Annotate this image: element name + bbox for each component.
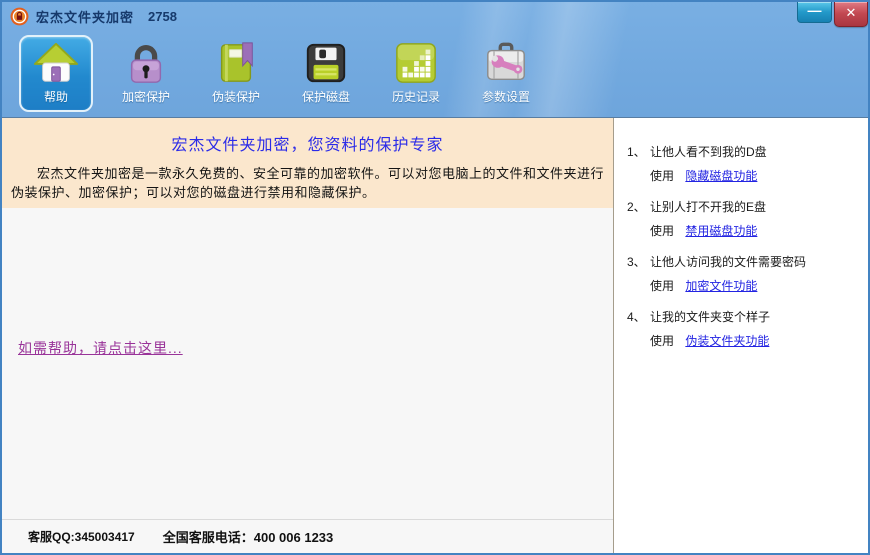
tip-use-label: 使用 (650, 224, 674, 238)
tip-use-label: 使用 (650, 279, 674, 293)
toolbar-label-protect-disk: 保护磁盘 (302, 88, 350, 105)
close-button[interactable]: ✕ (834, 2, 868, 27)
toolbar-button-help[interactable]: 帮助 (19, 35, 93, 112)
tip-use-label: 使用 (650, 169, 674, 183)
tip-number: 2、 (627, 199, 650, 216)
status-bar: 客服QQ:345003417 全国客服电话：400 006 1233 (2, 519, 613, 553)
toolbar-button-encrypt-protect[interactable]: 加密保护 (109, 35, 183, 112)
service-phone-text: 全国客服电话：400 006 1233 (163, 527, 334, 546)
window-version: 2758 (148, 9, 177, 24)
book-icon (213, 40, 259, 86)
tip-title: 让别人打不开我的E盘 (650, 199, 766, 216)
minimize-button[interactable]: — (797, 2, 832, 23)
toolbar-button-protect-disk[interactable]: 保护磁盘 (289, 35, 363, 112)
tip-title: 让他人看不到我的D盘 (650, 144, 767, 161)
tip-item-hide-disk: 1、 让他人看不到我的D盘 使用 隐藏磁盘功能 (627, 144, 862, 184)
hide-disk-link[interactable]: 隐藏磁盘功能 (685, 169, 757, 183)
toolbar-label-encrypt-protect: 加密保护 (122, 88, 170, 105)
tip-use-label: 使用 (650, 334, 674, 348)
toolbar-button-disguise-protect[interactable]: 伪装保护 (199, 35, 273, 112)
tip-item-disable-disk: 2、 让别人打不开我的E盘 使用 禁用磁盘功能 (627, 199, 862, 239)
toolbar-label-settings: 参数设置 (482, 88, 530, 105)
tip-number: 4、 (627, 309, 650, 326)
toolbar-label-help: 帮助 (44, 88, 68, 105)
toolbar-button-settings[interactable]: 参数设置 (469, 35, 543, 112)
tips-sidebar: 1、 让他人看不到我的D盘 使用 隐藏磁盘功能 2、 让别人打不开我的E盘 使用… (613, 118, 868, 553)
titlebar: 宏杰文件夹加密 2758 (2, 2, 868, 30)
disable-disk-link[interactable]: 禁用磁盘功能 (685, 224, 757, 238)
home-icon (33, 40, 79, 86)
tip-number: 3、 (627, 254, 650, 271)
toolbar: 帮助 加密保护 伪装保护 (2, 30, 868, 112)
toolbox-wrench-icon (483, 40, 529, 86)
tip-item-disguise-folder: 4、 让我的文件夹变个样子 使用 伪装文件夹功能 (627, 309, 862, 349)
banner-title: 宏杰文件夹加密，您资料的保护专家 (2, 131, 613, 155)
content-area: 宏杰文件夹加密，您资料的保护专家 宏杰文件夹加密是一款永久免费的、安全可靠的加密… (2, 117, 868, 553)
help-link[interactable]: 如需帮助，请点击这里... (18, 338, 183, 358)
app-window: 宏杰文件夹加密 2758 — ✕ 帮助 (0, 0, 870, 555)
disguise-folder-link[interactable]: 伪装文件夹功能 (685, 334, 769, 348)
app-logo-lock-icon (10, 7, 29, 26)
main-area: 如需帮助，请点击这里... (2, 208, 613, 519)
service-qq-text: 客服QQ:345003417 (28, 528, 135, 545)
history-chart-icon (393, 40, 439, 86)
left-column: 宏杰文件夹加密，您资料的保护专家 宏杰文件夹加密是一款永久免费的、安全可靠的加密… (2, 118, 613, 553)
encrypt-file-link[interactable]: 加密文件功能 (685, 279, 757, 293)
tip-title: 让他人访问我的文件需要密码 (650, 254, 806, 271)
tip-title: 让我的文件夹变个样子 (650, 309, 770, 326)
floppy-disk-icon (303, 40, 349, 86)
toolbar-label-history: 历史记录 (392, 88, 440, 105)
toolbar-button-history[interactable]: 历史记录 (379, 35, 453, 112)
window-controls: — ✕ (797, 2, 868, 27)
tip-item-encrypt-file: 3、 让他人访问我的文件需要密码 使用 加密文件功能 (627, 254, 862, 294)
window-title: 宏杰文件夹加密 (36, 7, 134, 26)
lock-icon (123, 40, 169, 86)
banner-description: 宏杰文件夹加密是一款永久免费的、安全可靠的加密软件。可以对您电脑上的文件和文件夹… (2, 164, 613, 202)
top-zone: 宏杰文件夹加密 2758 — ✕ 帮助 (2, 2, 868, 117)
intro-banner: 宏杰文件夹加密，您资料的保护专家 宏杰文件夹加密是一款永久免费的、安全可靠的加密… (2, 118, 613, 208)
tip-number: 1、 (627, 144, 650, 161)
toolbar-label-disguise-protect: 伪装保护 (212, 88, 260, 105)
